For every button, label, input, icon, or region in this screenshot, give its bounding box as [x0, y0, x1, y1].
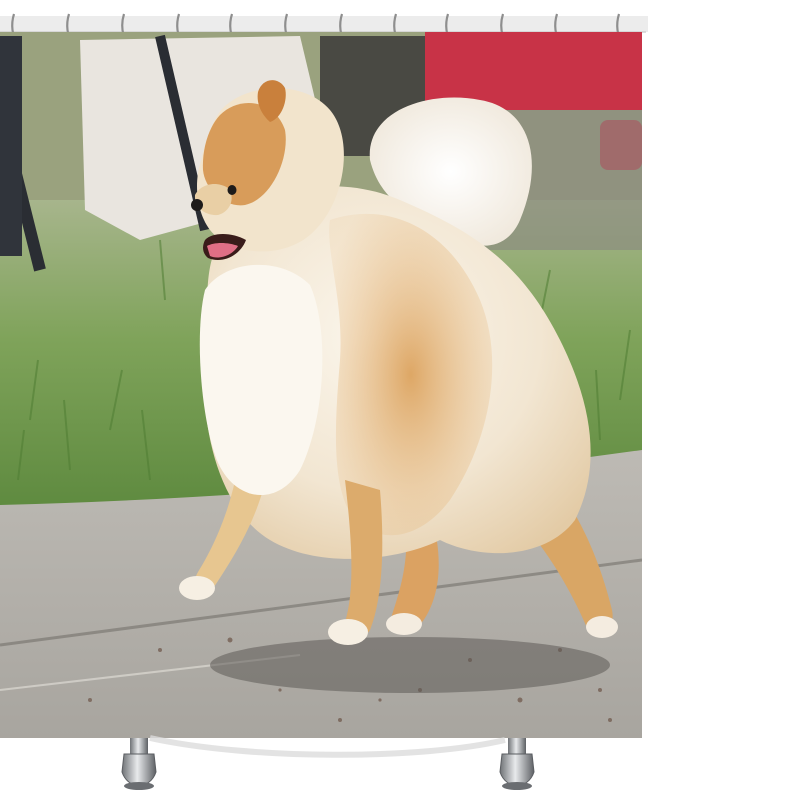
curtain-print	[0, 32, 642, 738]
curtain-foot-right	[499, 738, 535, 790]
dog-hind-paw-left	[386, 613, 422, 635]
dark-leg-left	[0, 36, 22, 256]
dog-hind-paw-right	[586, 616, 618, 638]
curtain-rod	[0, 16, 648, 32]
dog-front-paw-raised	[179, 576, 215, 600]
dog-nose	[191, 199, 203, 211]
dog-eye	[227, 185, 237, 195]
dog-chest-ruff	[199, 264, 323, 496]
curtain-foot-left	[121, 738, 157, 790]
dog-front-paw-standing	[328, 619, 368, 645]
product-photo	[0, 13, 648, 790]
dog-shadow	[210, 637, 610, 693]
floor-curve	[149, 735, 506, 758]
